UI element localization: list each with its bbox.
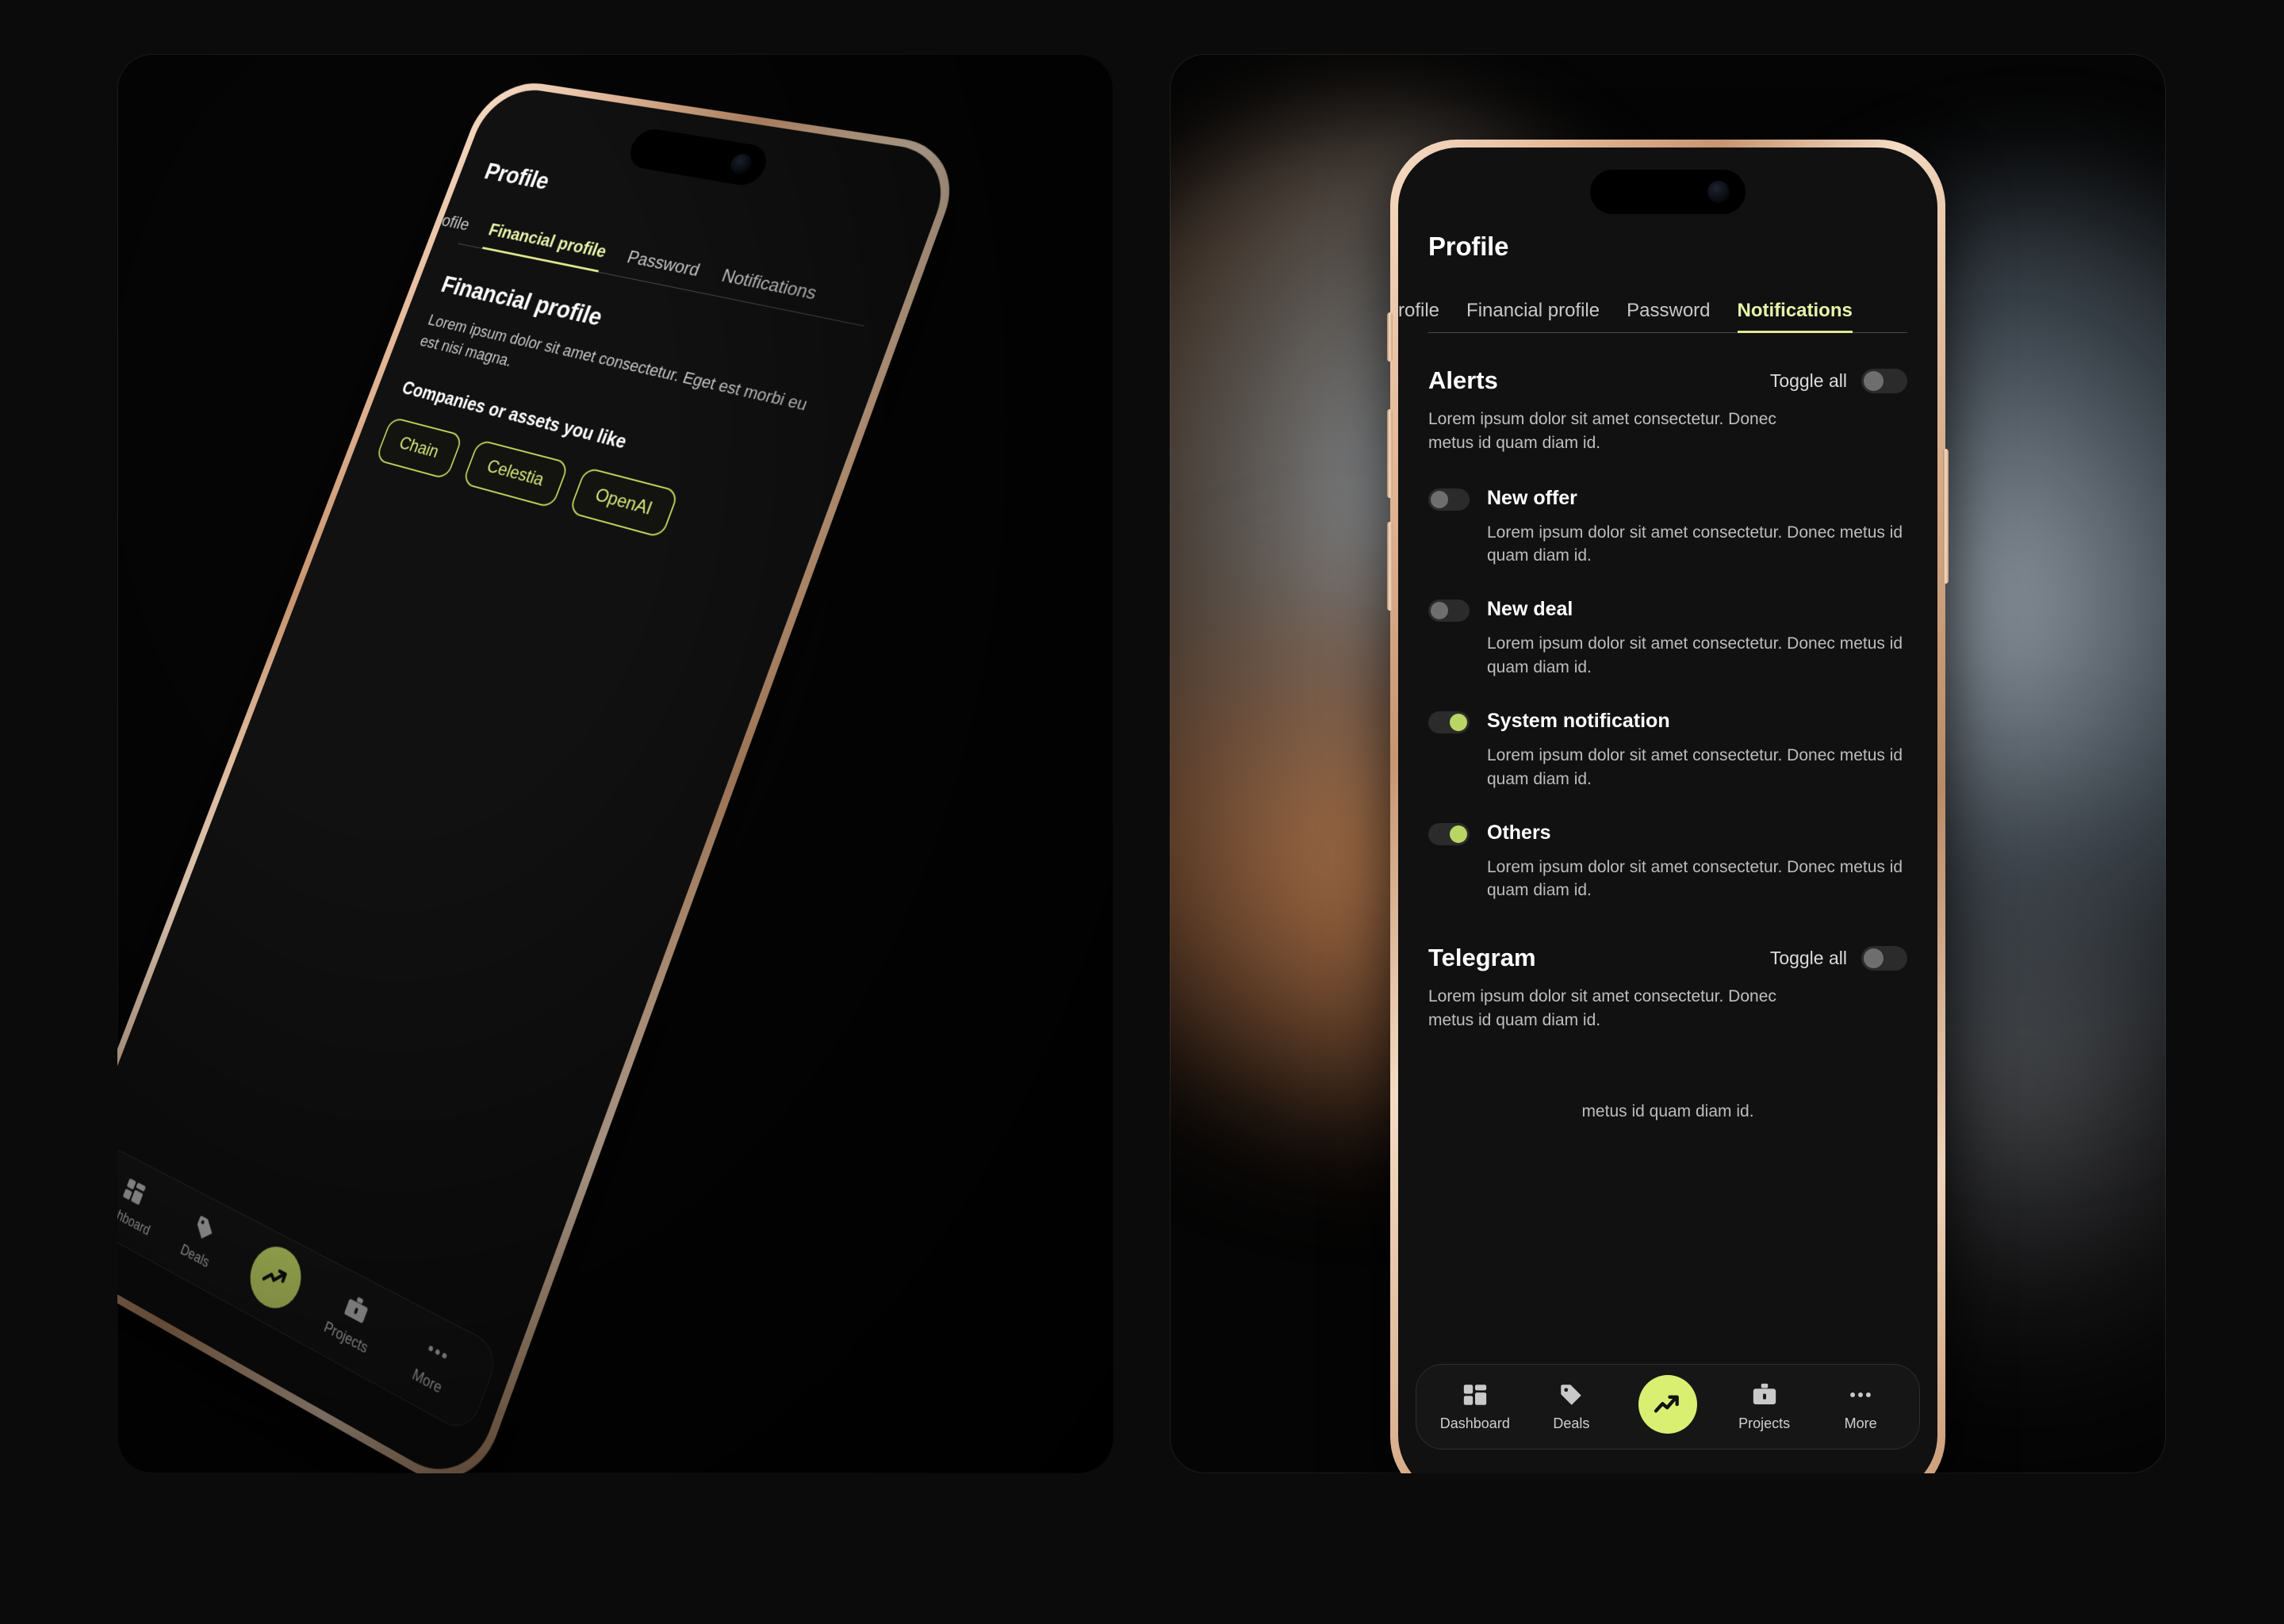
alerts-toggle-all-switch[interactable] xyxy=(1861,368,1907,393)
alerts-section-header: Alerts Toggle all xyxy=(1428,366,1907,395)
telegram-title: Telegram xyxy=(1428,944,1536,972)
switch-knob xyxy=(1431,602,1448,620)
tag-icon xyxy=(194,1215,217,1243)
list-item-body: System notification Lorem ipsum dolor si… xyxy=(1487,709,1907,791)
nav-label-projects: Projects xyxy=(1738,1415,1791,1431)
nav-label-deals: Deals xyxy=(1553,1415,1590,1431)
tab-password[interactable]: Password xyxy=(620,247,703,292)
chip-openai[interactable]: OpenAI xyxy=(568,467,680,539)
tag-icon xyxy=(1561,1385,1582,1405)
tab-profile[interactable]: rofile xyxy=(1398,300,1439,333)
alerts-toggle-all[interactable]: Toggle all xyxy=(1769,368,1907,393)
power-button[interactable] xyxy=(1943,449,1949,584)
list-item-body: New offer Lorem ipsum dolor sit amet con… xyxy=(1487,486,1907,569)
list-item-description: Lorem ipsum dolor sit amet consectetur. … xyxy=(1487,523,1903,565)
trending-up-icon xyxy=(258,1255,294,1299)
list-item-description: Lorem ipsum dolor sit amet consectetur. … xyxy=(1487,857,1903,900)
telegram-toggle-all-label: Toggle all xyxy=(1769,947,1847,968)
alerts-title: Alerts xyxy=(1428,366,1498,394)
nav-label-deals: Deals xyxy=(178,1241,212,1271)
phone-device-left: Profile ofile Financial profile Password… xyxy=(117,76,969,1473)
nav-item-deals[interactable]: Deals xyxy=(1528,1381,1614,1432)
nav-item-projects[interactable]: Projects xyxy=(308,1277,397,1365)
list-item: New deal Lorem ipsum dolor sit amet cons… xyxy=(1428,598,1907,680)
tab-profile[interactable]: ofile xyxy=(435,211,472,244)
telegram-description: Lorem ipsum dolor sit amet consectetur. … xyxy=(1428,987,1776,1029)
tab-bar: rofile Financial profile Password Notifi… xyxy=(1398,289,1907,333)
list-item: Others Lorem ipsum dolor sit amet consec… xyxy=(1428,821,1907,903)
alerts-toggle-all-label: Toggle all xyxy=(1769,370,1847,391)
new-offer-switch[interactable] xyxy=(1428,488,1470,511)
list-item-description: Lorem ipsum dolor sit amet consectetur. … xyxy=(1487,745,1903,788)
showcase-panel-left: Profile ofile Financial profile Password… xyxy=(117,54,1113,1473)
ellipsis-icon xyxy=(1850,1392,1872,1397)
switch-knob xyxy=(1864,948,1884,968)
phone-screen-right: Profile rofile Financial profile Passwor… xyxy=(1398,147,1937,1473)
list-item-title: New offer xyxy=(1487,486,1577,509)
list-item: System notification Lorem ipsum dolor si… xyxy=(1428,709,1907,791)
nav-item-more[interactable]: More xyxy=(1818,1381,1903,1432)
nav-label-dashboard: Dashboard xyxy=(1439,1415,1510,1431)
briefcase-icon xyxy=(1753,1383,1776,1405)
alerts-description: Lorem ipsum dolor sit amet consectetur. … xyxy=(1428,410,1776,452)
telegram-section-header: Telegram Toggle all xyxy=(1428,944,1907,972)
phone-device-right: Profile rofile Financial profile Passwor… xyxy=(1387,140,1949,1473)
nav-item-dashboard[interactable]: Dashboard xyxy=(1432,1381,1518,1432)
system-notification-switch[interactable] xyxy=(1428,710,1470,733)
list-item-title: Others xyxy=(1487,821,1551,844)
tab-notifications[interactable]: Notifications xyxy=(715,266,819,315)
list-item-body: New deal Lorem ipsum dolor sit amet cons… xyxy=(1487,598,1907,680)
alerts-item-list: New offer Lorem ipsum dolor sit amet con… xyxy=(1428,486,1907,903)
nav-item-deals[interactable]: Deals xyxy=(160,1200,243,1281)
nav-label-more: More xyxy=(1844,1415,1877,1431)
new-deal-switch[interactable] xyxy=(1428,599,1470,622)
phone-screen-left: Profile ofile Financial profile Password… xyxy=(117,83,958,1473)
nav-item-dashboard[interactable]: Dashboard xyxy=(117,1163,170,1243)
nav-label-more: More xyxy=(410,1365,444,1397)
briefcase-icon xyxy=(343,1297,368,1324)
nav-item-projects[interactable]: Projects xyxy=(1722,1381,1807,1432)
tab-password[interactable]: Password xyxy=(1627,300,1710,333)
tab-financial-profile[interactable]: Financial profile xyxy=(1466,300,1600,333)
trending-up-icon xyxy=(1654,1395,1679,1413)
switch-knob xyxy=(1864,370,1884,391)
grid-icon xyxy=(1463,1385,1486,1405)
volume-up-button[interactable] xyxy=(1387,409,1393,498)
switch-knob xyxy=(1450,825,1467,843)
silent-switch-button[interactable] xyxy=(1387,312,1393,362)
chip-celestia[interactable]: Celestia xyxy=(461,439,570,509)
nav-item-more[interactable]: More xyxy=(387,1320,480,1410)
others-switch[interactable] xyxy=(1428,822,1470,845)
app-notifications: Profile rofile Financial profile Passwor… xyxy=(1398,147,1937,1473)
list-item-description: Lorem ipsum dolor sit amet consectetur. … xyxy=(1487,634,1903,677)
ellipsis-icon xyxy=(427,1345,448,1360)
clipped-tail-text: metus id quam diam id. xyxy=(1581,1101,1754,1120)
volume-down-button[interactable] xyxy=(1387,522,1393,611)
switch-knob xyxy=(1431,490,1448,508)
list-item: New offer Lorem ipsum dolor sit amet con… xyxy=(1428,486,1907,569)
telegram-toggle-all-switch[interactable] xyxy=(1861,945,1907,971)
primary-action-button[interactable] xyxy=(242,1237,310,1319)
switch-knob xyxy=(1450,713,1467,731)
telegram-toggle-all[interactable]: Toggle all xyxy=(1769,945,1907,971)
page-title: Profile xyxy=(1428,232,1509,261)
nav-item-fab[interactable] xyxy=(232,1236,318,1324)
tilted-phone-wrapper: Profile ofile Financial profile Password… xyxy=(117,54,1113,1473)
primary-action-button[interactable] xyxy=(1638,1375,1697,1434)
bottom-nav-bar: Dashboard Deals Projects More xyxy=(1416,1364,1920,1450)
list-item-body: Others Lorem ipsum dolor sit amet consec… xyxy=(1487,821,1907,903)
grid-icon xyxy=(122,1178,146,1205)
tab-notifications[interactable]: Notifications xyxy=(1737,300,1853,333)
screenshot-canvas: Profile ofile Financial profile Password… xyxy=(0,0,2284,1624)
telegram-section: Telegram Toggle all Lorem ipsum dolor si… xyxy=(1428,944,1907,1032)
tab-financial-profile[interactable]: Financial profile xyxy=(482,220,609,273)
nav-item-fab[interactable] xyxy=(1625,1375,1711,1434)
chip-chain[interactable]: Chain xyxy=(374,416,464,481)
showcase-panel-right: Profile rofile Financial profile Passwor… xyxy=(1170,54,2166,1473)
list-item-title: System notification xyxy=(1487,709,1670,732)
list-item-title: New deal xyxy=(1487,598,1573,621)
